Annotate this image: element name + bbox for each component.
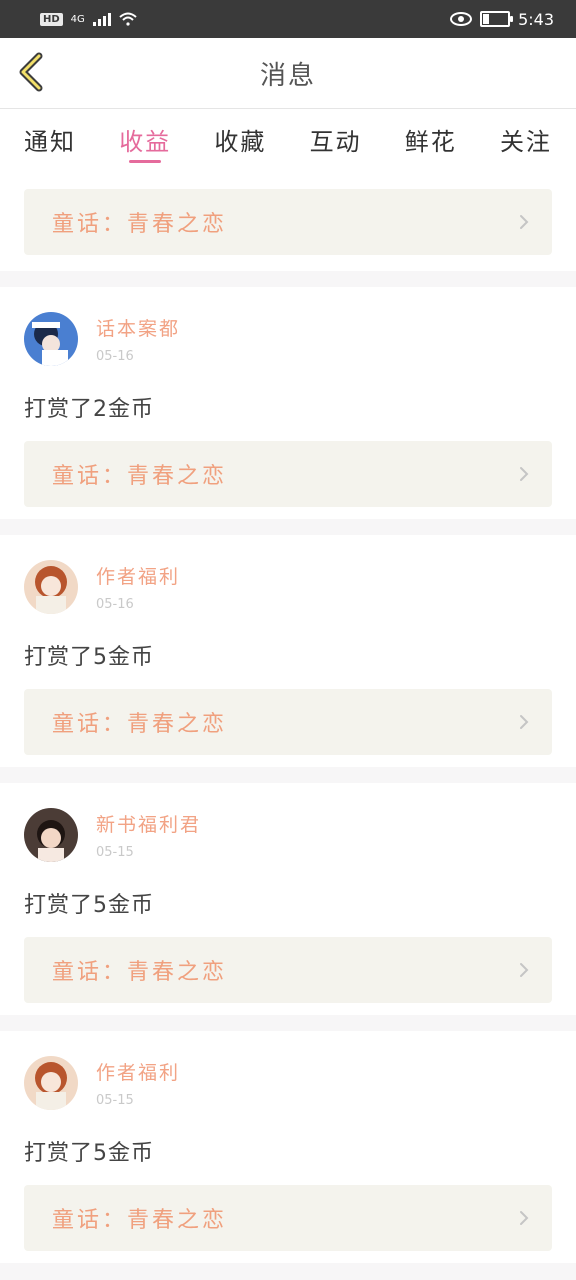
header-bar: 消息 (0, 38, 576, 109)
eye-icon (450, 12, 473, 26)
username[interactable]: 话本案都 (96, 314, 180, 341)
message-card: 新书福利君 05-15 打赏了5金币 童话：青春之恋 (0, 783, 576, 1015)
message-date: 05-16 (96, 349, 134, 364)
username[interactable]: 新书福利君 (96, 810, 201, 837)
message-card: 作者福利 05-15 打赏了5金币 童话：青春之恋 (0, 1031, 576, 1263)
chevron-right-icon (520, 215, 529, 229)
user-meta: 话本案都 05-16 (96, 314, 180, 364)
book-title: 童话：青春之恋 (52, 1208, 228, 1233)
user-row: 话本案都 05-16 (24, 311, 552, 367)
message-feed: 童话：青春之恋 话本案都 05-16 打赏了2金币 童话：青春之恋 作者福利 0… (0, 171, 576, 1263)
book-title: 童话：青春之恋 (52, 464, 228, 489)
message-text: 打赏了2金币 (24, 397, 154, 422)
user-meta: 新书福利君 05-15 (96, 810, 201, 860)
chevron-left-icon (19, 52, 43, 92)
book-title: 童话：青春之恋 (52, 712, 228, 737)
status-bar: HD 4G 5:43 (0, 0, 576, 38)
book-title: 童话：青春之恋 (52, 212, 228, 237)
username[interactable]: 作者福利 (96, 562, 180, 589)
status-left: HD 4G (40, 12, 137, 26)
avatar[interactable] (24, 808, 78, 862)
message-date: 05-16 (96, 597, 134, 612)
chevron-right-icon (520, 1211, 529, 1225)
user-meta: 作者福利 05-16 (96, 562, 180, 612)
tab-favorites[interactable]: 收藏 (214, 109, 266, 169)
message-text: 打赏了5金币 (24, 645, 154, 670)
user-meta: 作者福利 05-15 (96, 1058, 180, 1108)
book-link[interactable]: 童话：青春之恋 (24, 441, 552, 507)
avatar[interactable] (24, 312, 78, 366)
message-card: 话本案都 05-16 打赏了2金币 童话：青春之恋 (0, 287, 576, 519)
user-row: 作者福利 05-16 (24, 559, 552, 615)
avatar[interactable] (24, 1056, 78, 1110)
signal-icon (92, 12, 111, 26)
book-link[interactable]: 童话：青春之恋 (24, 1185, 552, 1251)
message-text: 打赏了5金币 (24, 893, 154, 918)
hd-badge: HD (40, 12, 63, 26)
message-date: 05-15 (96, 1093, 134, 1108)
username[interactable]: 作者福利 (96, 1058, 180, 1085)
book-link[interactable]: 童话：青春之恋 (24, 189, 552, 255)
back-button[interactable] (12, 52, 52, 92)
tab-follow[interactable]: 关注 (500, 109, 552, 169)
tab-earnings[interactable]: 收益 (119, 109, 171, 169)
avatar[interactable] (24, 560, 78, 614)
tab-bar: 通知 收益 收藏 互动 鲜花 关注 (0, 109, 576, 171)
tab-flowers[interactable]: 鲜花 (405, 109, 457, 169)
status-right: 5:43 (450, 10, 554, 29)
book-link[interactable]: 童话：青春之恋 (24, 689, 552, 755)
book-link[interactable]: 童话：青春之恋 (24, 937, 552, 1003)
book-title: 童话：青春之恋 (52, 960, 228, 985)
network-type: 4G (70, 13, 85, 25)
chevron-right-icon (520, 715, 529, 729)
user-row: 新书福利君 05-15 (24, 807, 552, 863)
message-card: 童话：青春之恋 (0, 171, 576, 271)
page-title: 消息 (259, 60, 316, 91)
tab-notice[interactable]: 通知 (24, 109, 76, 169)
message-card: 作者福利 05-16 打赏了5金币 童话：青春之恋 (0, 535, 576, 767)
user-row: 作者福利 05-15 (24, 1055, 552, 1111)
wifi-icon (119, 12, 137, 26)
battery-icon (480, 11, 514, 27)
clock: 5:43 (518, 9, 554, 29)
chevron-right-icon (520, 467, 529, 481)
chevron-right-icon (520, 963, 529, 977)
message-text: 打赏了5金币 (24, 1141, 154, 1166)
tab-interaction[interactable]: 互动 (310, 109, 362, 169)
message-date: 05-15 (96, 845, 134, 860)
